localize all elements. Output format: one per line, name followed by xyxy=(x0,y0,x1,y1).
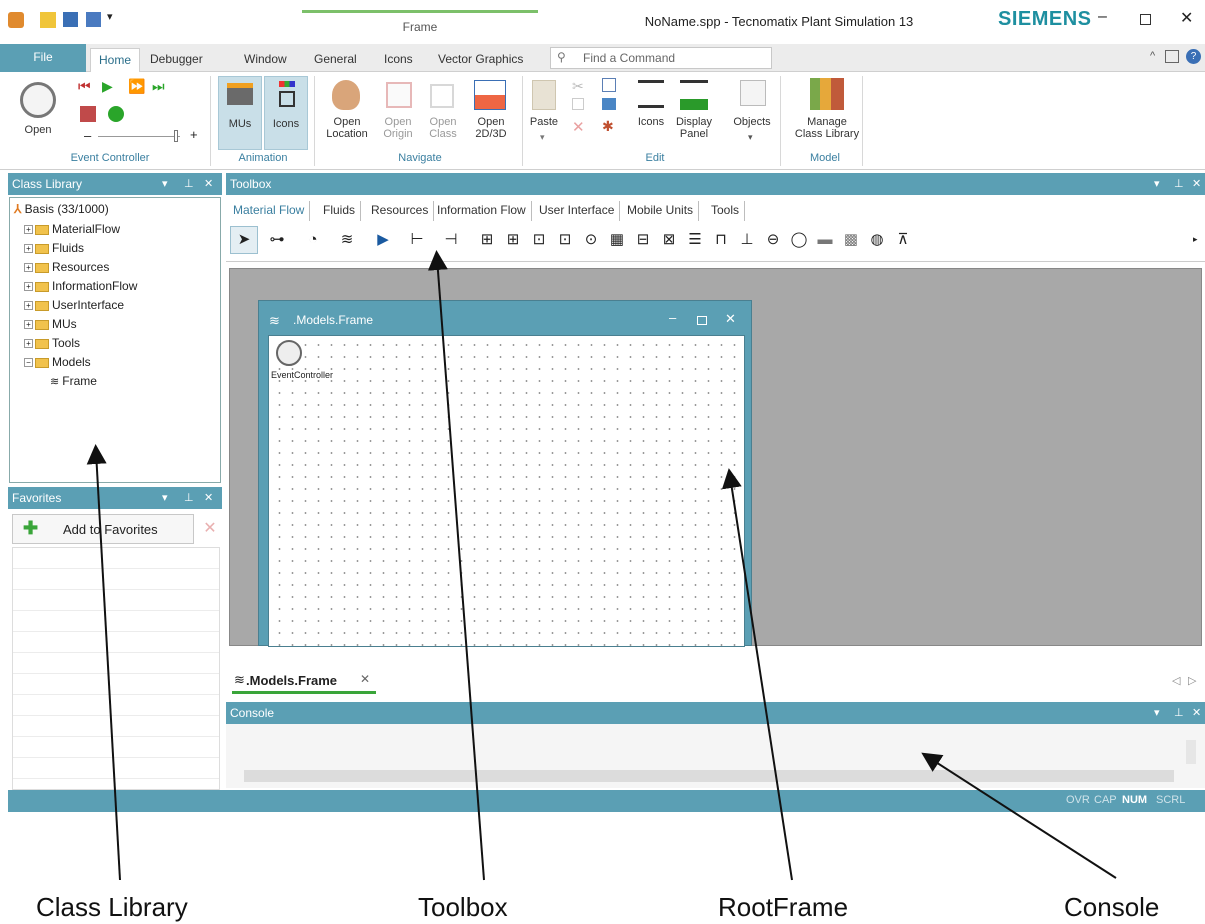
toolbox-arrow xyxy=(427,250,485,881)
caption-toolbox: Toolbox xyxy=(418,892,508,922)
annotation-arrows xyxy=(86,250,1117,881)
caption-class-library: Class Library xyxy=(36,892,188,922)
class-library-arrow xyxy=(86,444,121,881)
caption-console: Console xyxy=(1064,892,1160,922)
console-arrow xyxy=(921,752,1117,879)
rootframe-arrow xyxy=(721,468,793,881)
caption-rootframe: RootFrame xyxy=(718,892,849,922)
